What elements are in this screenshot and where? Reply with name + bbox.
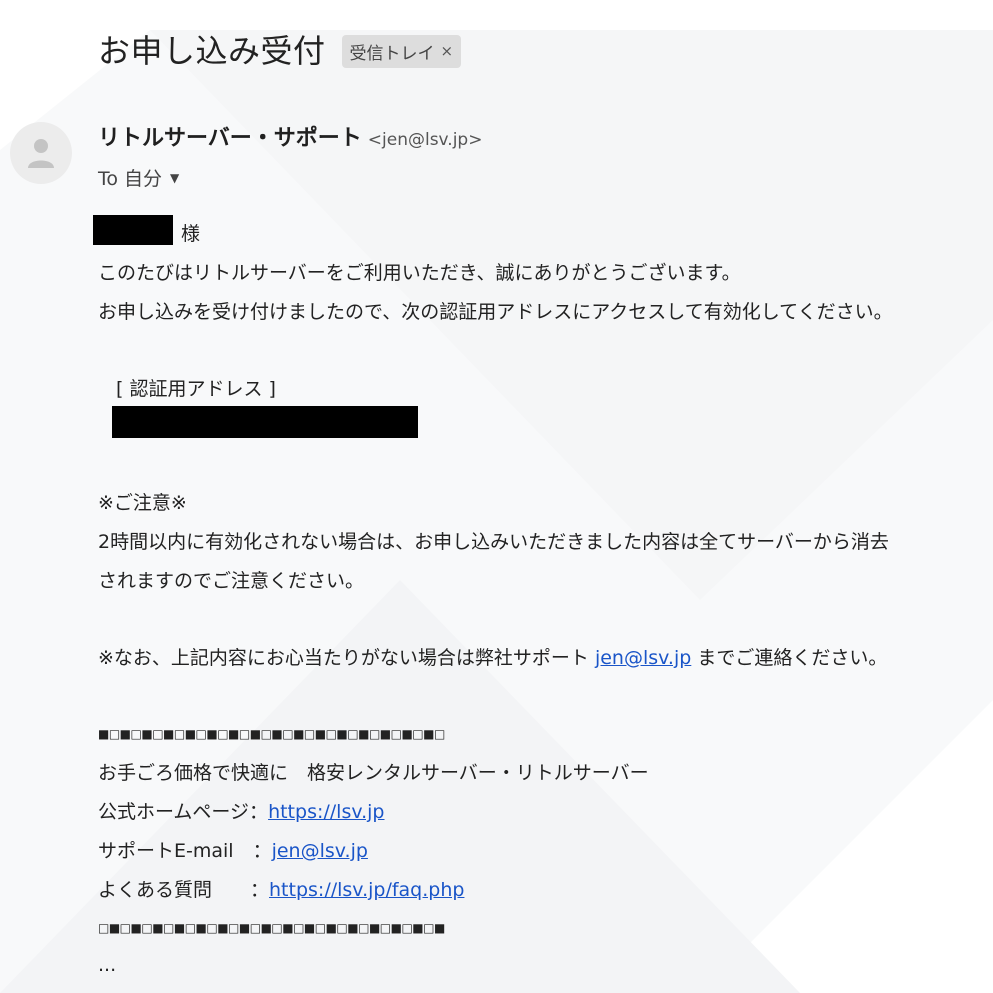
support-link[interactable]: jen@lsv.jp	[272, 840, 368, 862]
sender-email: <jen@lsv.jp>	[367, 130, 483, 150]
inbox-label-text: 受信トレイ	[349, 43, 435, 64]
salutation-suffix: 様	[181, 223, 201, 245]
auth-heading: [ 認証用アドレス ]	[116, 378, 276, 400]
body-line-activate: お申し込みを受け付けましたので、次の認証用アドレスにアクセスして有効化してくださ…	[98, 301, 893, 323]
signature-support: サポートE-mail ：jen@lsv.jp	[98, 836, 968, 863]
faq-label: よくある質問 ：	[98, 879, 270, 901]
contact-prefix: ※なお、上記内容にお心当たりがない場合は弊社サポート	[98, 647, 595, 669]
notice-line-2: されますのでご注意ください。	[98, 570, 365, 592]
support-email-link[interactable]: jen@lsv.jp	[595, 647, 691, 669]
contact-suffix: までご連絡ください。	[691, 647, 888, 669]
signature-homepage: 公式ホームページ：https://lsv.jp	[98, 797, 968, 824]
person-icon	[28, 139, 54, 168]
email-view: お申し込み受付 受信トレイ × リトルサーバー・サポート <jen@lsv.jp…	[0, 0, 993, 993]
homepage-label: 公式ホームページ：	[98, 801, 269, 823]
recipient-dropdown[interactable]: To 自分 ▼	[98, 164, 179, 191]
avatar[interactable]	[10, 122, 72, 184]
contact-line: ※なお、上記内容にお心当たりがない場合は弊社サポート jen@lsv.jp まで…	[98, 643, 968, 670]
signature-separator-bottom: □■□■□■□■□■□■□■□■□■□■□■□■□■□■□■□■	[98, 921, 445, 935]
sender-name[interactable]: リトルサーバー・サポート	[98, 120, 362, 152]
recipient-text: To 自分	[98, 168, 163, 190]
faq-link[interactable]: https://lsv.jp/faq.php	[269, 879, 464, 901]
email-subject: お申し込み受付	[98, 32, 326, 70]
support-label: サポートE-mail ：	[98, 840, 272, 862]
close-icon[interactable]: ×	[441, 42, 454, 60]
sender-row: リトルサーバー・サポート <jen@lsv.jp>	[98, 120, 482, 152]
inbox-label-chip[interactable]: 受信トレイ ×	[341, 34, 462, 68]
homepage-link[interactable]: https://lsv.jp	[268, 801, 384, 823]
subject-row: お申し込み受付 受信トレイ ×	[98, 26, 462, 72]
signature-faq: よくある質問 ：https://lsv.jp/faq.php	[98, 875, 968, 902]
signature-separator-top: ■□■□■□■□■□■□■□■□■□■□■□■□■□■□■□■□	[98, 727, 445, 741]
signature-tagline: お手ごろ価格で快適に 格安レンタルサーバー・リトルサーバー	[98, 762, 649, 784]
redacted-auth-url	[112, 406, 418, 438]
trimmed-content-ellipsis[interactable]: ...	[98, 954, 968, 976]
notice-heading: ※ご注意※	[98, 492, 187, 514]
redacted-recipient-name	[93, 215, 173, 245]
caret-down-icon[interactable]: ▼	[170, 171, 179, 185]
body-line-thanks: このたびはリトルサーバーをご利用いただき、誠にありがとうございます。	[98, 262, 741, 284]
notice-line-1: 2時間以内に有効化されない場合は、お申し込みいただきました内容は全てサーバーから…	[98, 531, 889, 553]
